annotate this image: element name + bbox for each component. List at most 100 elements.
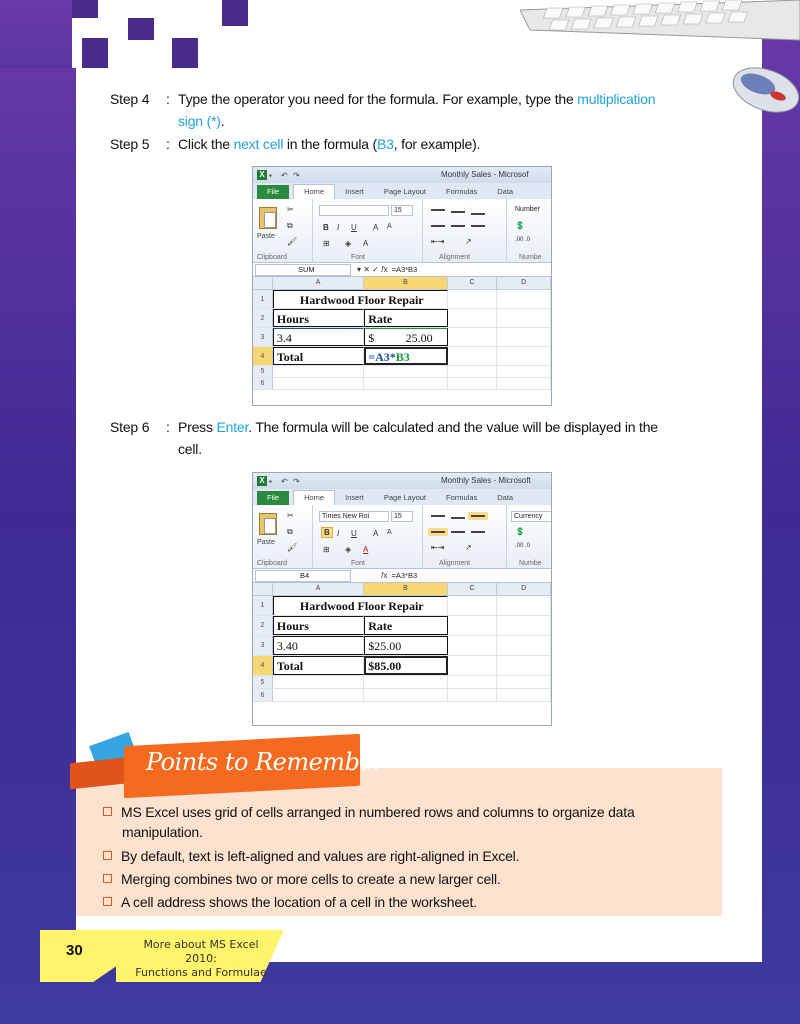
cell[interactable] [497,347,551,365]
row-number[interactable]: 6 [253,689,273,701]
column-header[interactable]: A [273,583,365,595]
tab-insert[interactable]: Insert [335,491,374,505]
cell[interactable]: Rate [364,616,448,635]
align-middle-icon[interactable] [451,211,465,213]
row-number[interactable]: 3 [253,328,273,346]
merged-title-cell[interactable]: Hardwood Floor Repair [272,596,448,615]
orientation-icon[interactable]: ↗ [465,237,472,246]
align-left-icon[interactable] [428,528,448,536]
align-right-icon[interactable] [471,225,485,227]
cell[interactable] [497,676,551,688]
cell[interactable] [273,689,365,701]
align-right-icon[interactable] [471,531,485,533]
cell[interactable] [364,378,448,389]
cell[interactable] [448,290,498,308]
tab-data[interactable]: Data [487,491,523,505]
align-left-icon[interactable] [431,225,445,227]
cell[interactable] [448,689,498,701]
cut-icon[interactable]: ✂ [287,511,294,520]
select-all[interactable] [253,583,273,595]
borders-icon[interactable]: ⊞ [323,239,330,248]
shrink-font-button[interactable]: A [387,529,392,536]
fill-color-icon[interactable]: ◈ [345,545,351,554]
cell[interactable] [448,616,498,635]
cell[interactable]: 3.40 [272,636,365,655]
column-header[interactable]: B [364,583,448,595]
cell[interactable] [497,309,551,327]
cell[interactable] [273,366,365,377]
cell[interactable]: $25.00 [364,328,448,346]
font-color-icon[interactable]: A [363,545,368,554]
undo-icon[interactable]: ↶ [281,171,290,180]
formula-input[interactable]: =A3*B3 [392,265,418,274]
number-format-box[interactable]: Currency [511,511,551,522]
cell[interactable] [364,689,448,701]
cell[interactable]: $25.00 [364,636,448,655]
tab-formulas[interactable]: Formulas [436,185,487,199]
tab-page-layout[interactable]: Page Layout [374,491,436,505]
save-icon[interactable]: ▪ [269,477,278,486]
align-center-icon[interactable] [451,225,465,227]
font-size-box[interactable]: 15 [391,205,413,216]
cell[interactable] [497,366,551,377]
number-format-box[interactable]: Number [513,205,551,216]
grow-font-button[interactable]: A [373,223,378,232]
active-cell[interactable]: =A3*B3 [364,347,448,365]
align-top-icon[interactable] [431,515,445,517]
indent-icon[interactable]: ⇤⇥ [431,543,444,552]
copy-icon[interactable]: ⧉ [287,527,293,537]
tab-data[interactable]: Data [487,185,523,199]
redo-icon[interactable]: ↷ [293,477,302,486]
cell[interactable] [448,676,498,688]
accounting-icon[interactable]: 💲 [515,527,525,536]
name-box[interactable]: B4 [255,569,351,582]
merged-title-cell[interactable]: Hardwood Floor Repair [272,290,448,308]
cell[interactable] [273,378,365,389]
cell[interactable]: Hours [272,616,365,635]
cell[interactable]: Total [272,656,365,675]
paste-icon[interactable] [259,513,277,535]
column-header[interactable]: B [364,277,448,289]
fill-color-icon[interactable]: ◈ [345,239,351,248]
undo-icon[interactable]: ↶ [281,477,290,486]
fx-icon[interactable]: 𝑓x [381,571,388,581]
save-icon[interactable]: ▪ [269,171,278,180]
row-number[interactable]: 5 [253,676,273,688]
font-name-box[interactable] [319,205,389,216]
cell[interactable] [497,328,551,346]
italic-button[interactable]: I [337,529,339,538]
accounting-icon[interactable]: 💲 [515,221,525,230]
cell[interactable] [448,366,498,377]
cell[interactable] [497,290,551,308]
tab-home[interactable]: Home [293,184,336,199]
cell[interactable] [497,378,551,389]
row-number[interactable]: 1 [253,290,273,308]
active-cell[interactable]: $85.00 [364,656,448,675]
underline-button[interactable]: U [351,529,357,538]
copy-icon[interactable]: ⧉ [287,221,293,231]
align-center-icon[interactable] [451,531,465,533]
align-bottom-icon[interactable] [471,213,485,215]
column-header[interactable]: C [448,277,498,289]
cell[interactable] [448,328,498,346]
borders-icon[interactable]: ⊞ [323,545,330,554]
format-painter-icon[interactable]: 🖌 [287,543,297,552]
redo-icon[interactable]: ↷ [293,171,302,180]
cut-icon[interactable]: ✂ [287,205,294,214]
tab-home[interactable]: Home [293,490,336,505]
align-top-icon[interactable] [431,209,445,211]
cell[interactable] [448,378,498,389]
row-number[interactable]: 2 [253,616,273,635]
font-color-icon[interactable]: A [363,239,368,248]
column-header[interactable]: D [497,277,551,289]
orientation-icon[interactable]: ↗ [465,543,472,552]
cell[interactable] [448,309,498,327]
cell[interactable] [448,347,498,365]
tab-file[interactable]: File [257,185,290,199]
select-all[interactable] [253,277,273,289]
row-number[interactable]: 5 [253,366,273,377]
cell[interactable]: Total [272,347,365,365]
paste-icon[interactable] [259,207,277,229]
row-number[interactable]: 4 [253,347,273,365]
cell[interactable] [497,616,551,635]
